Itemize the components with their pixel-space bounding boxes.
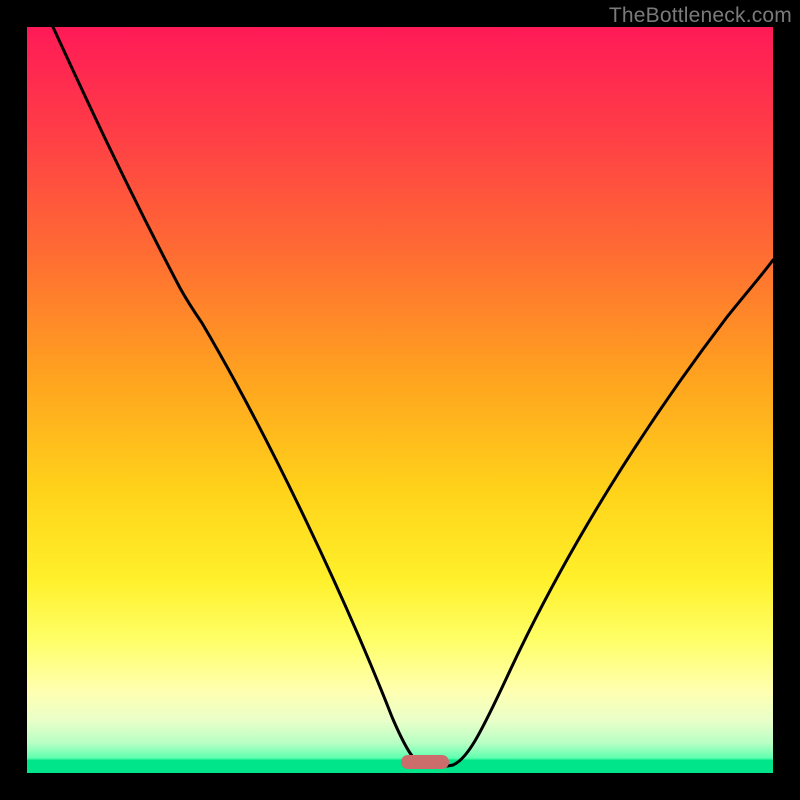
- curve-left-branch: [53, 27, 422, 765]
- watermark-text: TheBottleneck.com: [609, 4, 792, 28]
- curve-right-branch: [453, 260, 773, 765]
- min-marker: [401, 755, 449, 769]
- bottleneck-curve: [27, 27, 773, 773]
- chart-frame: TheBottleneck.com: [0, 0, 800, 800]
